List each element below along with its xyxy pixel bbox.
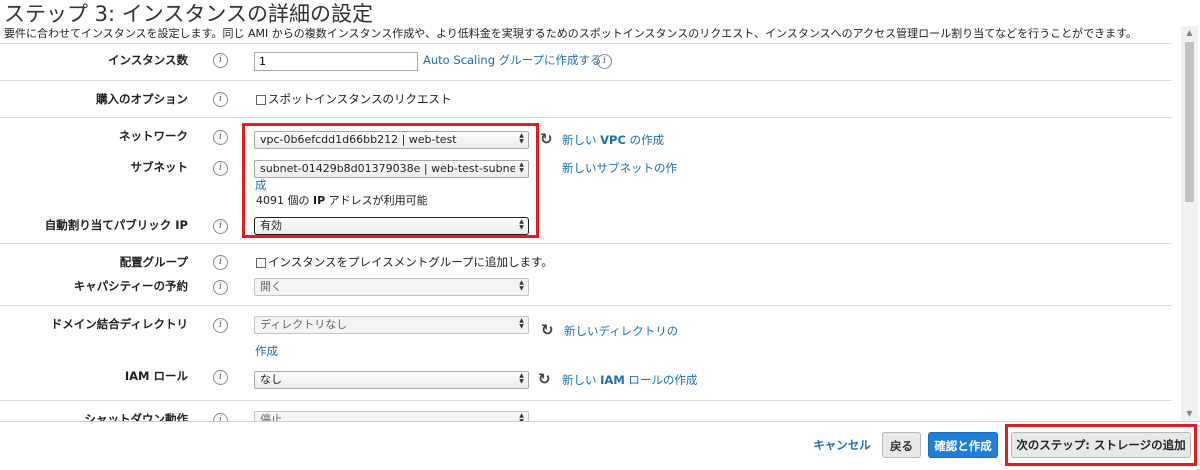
info-icon[interactable]: i	[213, 130, 228, 145]
placement-group-label: 配置グループ	[119, 255, 188, 269]
divider	[0, 243, 1172, 244]
vertical-scrollbar[interactable]: ▲ ▼	[1181, 26, 1198, 421]
create-directory-link-continued[interactable]: 作成	[255, 343, 278, 359]
refresh-icon[interactable]: ↻	[540, 131, 553, 147]
domain-join-label: ドメイン結合ディレクトリ	[50, 317, 188, 331]
capacity-reservation-select-value: 開く	[260, 280, 282, 293]
divider	[0, 305, 1172, 306]
subnet-select-value: subnet-01429b8d01379038e | web-test-subn…	[260, 162, 515, 175]
shutdown-behavior-select[interactable]: 停止 ▲▼	[254, 411, 529, 421]
purchase-option-label: 購入のオプション	[96, 92, 188, 106]
select-arrows-icon: ▲▼	[519, 132, 524, 145]
scroll-thumb[interactable]	[1185, 42, 1194, 202]
capacity-reservation-label: キャパシティーの予約	[73, 279, 188, 293]
info-icon[interactable]: i	[213, 53, 228, 68]
scroll-up-arrow-icon[interactable]: ▲	[1181, 26, 1198, 40]
placement-group-checkbox[interactable]	[256, 258, 266, 268]
create-vpc-link[interactable]: 新しい VPC の作成	[562, 132, 664, 148]
iam-role-select[interactable]: なし ▲ ▼	[254, 371, 529, 389]
refresh-icon[interactable]: ↻	[538, 371, 551, 387]
info-icon[interactable]: i	[213, 255, 228, 270]
instance-count-label: インスタンス数	[107, 53, 188, 67]
network-select[interactable]: vpc-0b6efcdd1d66bb212 | web-test ▲ ▼	[254, 131, 529, 149]
available-ip-count: 4091 個の IP アドレスが利用可能	[256, 194, 428, 207]
create-subnet-link[interactable]: 新しいサブネットの作	[562, 160, 677, 176]
instance-count-input[interactable]	[254, 52, 418, 71]
shutdown-behavior-label: シャットダウン動作	[84, 412, 189, 421]
network-select-value: vpc-0b6efcdd1d66bb212 | web-test	[260, 133, 457, 146]
back-button[interactable]: 戻る	[882, 432, 921, 458]
page-title: ステップ 3: インスタンスの詳細の設定	[4, 2, 373, 26]
domain-join-select-value: ディレクトリなし	[260, 318, 348, 331]
wizard-footer: キャンセル 戻る 確認と作成 次のステップ: ストレージの追加	[0, 421, 1200, 470]
info-icon[interactable]: i	[213, 318, 228, 333]
auto-scaling-link[interactable]: Auto Scaling グループに作成する	[423, 52, 601, 68]
divider	[0, 43, 1172, 44]
select-arrows-icon: ▲▼	[519, 412, 524, 422]
page-description: 要件に合わせてインスタンスを設定します。同じ AMI からの複数インスタンス作成…	[4, 27, 1137, 40]
select-arrows-icon: ▲▼	[519, 218, 524, 231]
info-icon[interactable]: i	[213, 161, 228, 176]
domain-join-select[interactable]: ディレクトリなし ▲ ▼	[254, 316, 529, 334]
spot-instance-checkbox-label: スポットインスタンスのリクエスト	[268, 92, 452, 106]
info-icon[interactable]: i	[213, 219, 228, 234]
info-icon[interactable]: i	[213, 370, 228, 385]
divider	[0, 80, 1172, 81]
cancel-button[interactable]: キャンセル	[806, 432, 878, 458]
next-add-storage-button[interactable]: 次のステップ: ストレージの追加	[1011, 432, 1191, 458]
auto-assign-ip-label: 自動割り当てパブリック IP	[44, 218, 188, 232]
capacity-reservation-select[interactable]: 開く ▲ ▼	[254, 278, 529, 296]
refresh-icon[interactable]: ↻	[541, 322, 554, 338]
content-area: ステップ 3: インスタンスの詳細の設定 要件に合わせてインスタンスを設定します…	[0, 0, 1180, 421]
auto-assign-ip-select[interactable]: 有効 ▲ ▼	[254, 217, 529, 235]
next-step-highlight: 次のステップ: ストレージの追加	[1005, 424, 1197, 466]
info-icon[interactable]: i	[213, 413, 228, 421]
create-subnet-link-continued[interactable]: 成	[255, 177, 267, 193]
select-arrows-icon: ▲▼	[519, 279, 524, 292]
review-and-launch-button[interactable]: 確認と作成	[928, 432, 998, 458]
divider	[0, 400, 1172, 401]
subnet-label: サブネット	[130, 160, 189, 174]
info-icon[interactable]: i	[213, 280, 228, 295]
select-arrows-icon: ▲▼	[519, 161, 524, 174]
create-iam-role-link[interactable]: 新しい IAM ロールの作成	[562, 372, 697, 388]
select-arrows-icon: ▲▼	[519, 317, 524, 330]
info-icon[interactable]: i	[597, 54, 612, 69]
scroll-down-arrow-icon[interactable]: ▼	[1181, 407, 1198, 421]
divider	[0, 117, 1172, 118]
info-icon[interactable]: i	[213, 92, 228, 107]
shutdown-behavior-select-value: 停止	[260, 413, 282, 421]
network-label: ネットワーク	[119, 129, 188, 143]
spot-instance-checkbox[interactable]	[256, 95, 266, 105]
iam-role-label: IAM ロール	[124, 369, 188, 383]
auto-assign-ip-select-value: 有効	[260, 219, 282, 232]
select-arrows-icon: ▲▼	[519, 372, 524, 385]
iam-role-select-value: なし	[260, 373, 282, 386]
create-directory-link[interactable]: 新しいディレクトリの	[564, 323, 678, 339]
subnet-select[interactable]: subnet-01429b8d01379038e | web-test-subn…	[254, 160, 529, 178]
placement-group-checkbox-label: インスタンスをプレイスメントグループに追加します。	[268, 255, 553, 269]
